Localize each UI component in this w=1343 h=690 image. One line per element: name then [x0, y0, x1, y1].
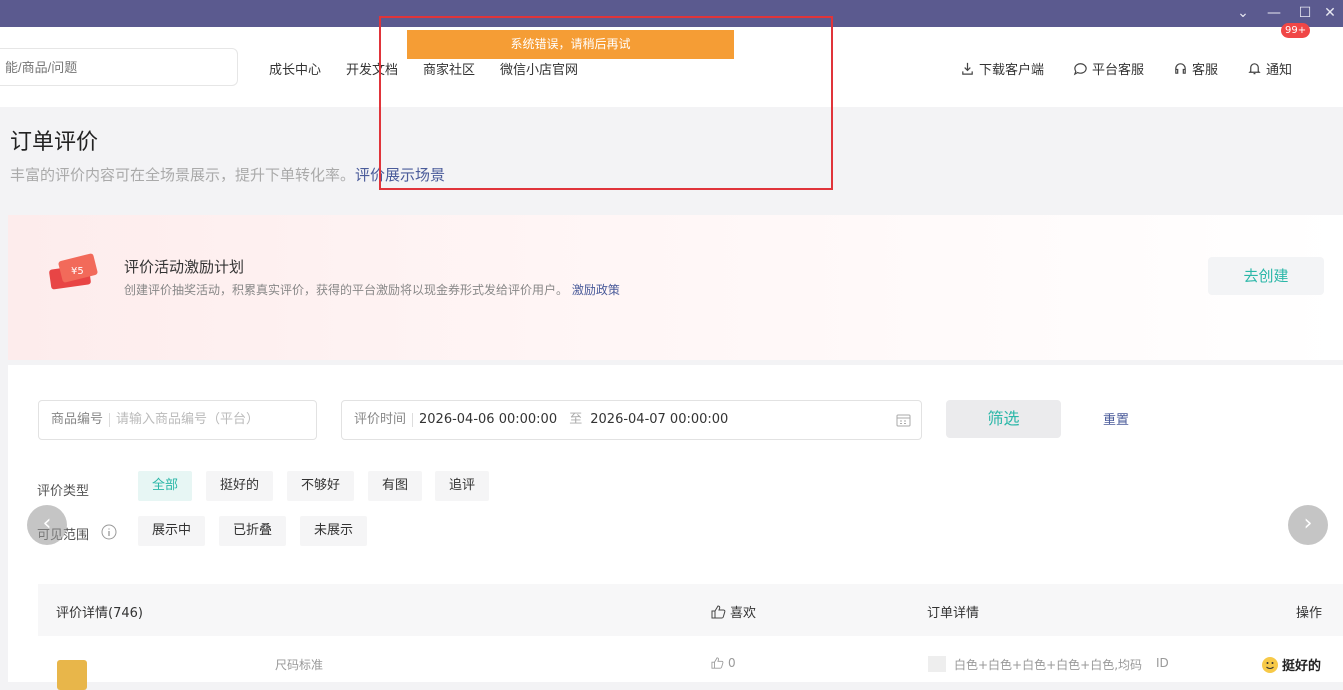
filter-button[interactable]: 筛选 — [946, 400, 1061, 438]
dropdown-icon[interactable]: ⌄ — [1228, 3, 1258, 23]
type-chip-bad[interactable]: 不够好 — [287, 471, 355, 501]
nav-link-growth[interactable]: 成长中心 — [269, 59, 321, 78]
order-thumbnail — [928, 656, 946, 672]
promo-title: 评价活动激励计划 — [124, 258, 245, 276]
notification-link[interactable]: 通知 — [1247, 59, 1292, 78]
row-rating-label: 挺好的 — [1282, 659, 1322, 674]
visible-chip-hidden[interactable]: 未展示 — [300, 516, 368, 546]
row-likes-count: 0 — [728, 656, 736, 670]
visible-chip-folded[interactable]: 已折叠 — [219, 516, 287, 546]
thumbs-up-icon — [711, 657, 724, 669]
notification-label: 通知 — [1266, 63, 1293, 78]
incentive-policy-link[interactable]: 激励政策 — [572, 283, 620, 297]
next-arrow-button[interactable]: › — [1288, 505, 1328, 545]
col-order-detail: 订单详情 — [927, 606, 980, 621]
product-id-placeholder: 请输入商品编号（平台） — [116, 412, 260, 427]
notification-badge: 99+ — [1281, 23, 1311, 38]
row-order-spec: 白色+白色+白色+白色+白色,均码 — [954, 658, 1143, 672]
page-title: 订单评价 — [10, 130, 99, 155]
review-type-label: 评价类型 — [37, 484, 90, 499]
download-icon — [962, 62, 973, 75]
row-order-id-label: ID — [1156, 656, 1169, 670]
info-icon[interactable] — [101, 524, 117, 540]
chat-bubble-icon — [1073, 63, 1087, 76]
product-id-label: 商品编号 — [51, 412, 104, 427]
highlight-box — [379, 16, 833, 190]
start-date: 2026-04-06 00:00:00 — [419, 412, 558, 427]
download-label: 下载客户端 — [979, 63, 1045, 78]
review-time-label: 评价时间 — [354, 412, 407, 427]
download-client-link[interactable]: 下载客户端 — [960, 59, 1044, 78]
review-time-field[interactable]: 评价时间 2026-04-06 00:00:00 至 2026-04-07 00:0… — [341, 400, 922, 440]
row-rating: 挺好的 — [1261, 655, 1321, 674]
chevron-left-icon: ‹ — [42, 511, 52, 536]
col-likes: 喜欢 — [711, 602, 756, 621]
product-id-field[interactable]: 商品编号 请输入商品编号（平台） — [38, 400, 317, 440]
platform-service-label: 平台客服 — [1092, 63, 1145, 78]
create-button[interactable]: 去创建 — [1208, 257, 1324, 295]
promo-desc-text: 创建评价抽奖活动，积累真实评价，获得的平台激励将以现金券形式发给评价用户。 — [124, 283, 569, 297]
type-chip-with-image[interactable]: 有图 — [368, 471, 423, 501]
service-label: 客服 — [1192, 63, 1219, 78]
subtitle-text: 丰富的评价内容可在全场景展示，提升下单转化率。 — [10, 166, 356, 184]
date-range-separator: 至 — [569, 412, 583, 427]
service-link[interactable]: 客服 — [1173, 59, 1218, 78]
end-date: 2026-04-07 00:00:00 — [590, 412, 729, 427]
promo-description: 创建评价抽奖活动，积累真实评价，获得的平台激励将以现金券形式发给评价用户。 激励… — [124, 281, 620, 298]
reset-button[interactable]: 重置 — [1103, 409, 1129, 428]
type-chip-all[interactable]: 全部 — [138, 471, 193, 501]
search-input[interactable] — [0, 48, 238, 86]
col-review-detail: 评价详情(746) — [56, 606, 143, 621]
product-thumbnail[interactable] — [57, 660, 87, 690]
smile-emoji-icon — [1262, 656, 1278, 673]
type-chip-good[interactable]: 挺好的 — [206, 471, 274, 501]
visible-chip-showing[interactable]: 展示中 — [138, 516, 206, 546]
coupon-amount: ¥5 — [71, 266, 84, 277]
coupon-icon: ¥5 — [49, 253, 98, 290]
table-header — [38, 584, 1343, 636]
prev-arrow-button[interactable]: ‹ — [27, 505, 67, 545]
headset-icon — [1175, 63, 1186, 74]
bell-icon — [1248, 63, 1261, 75]
thumbs-up-icon — [711, 604, 726, 618]
col-operations: 操作 — [1296, 606, 1323, 621]
chevron-right-icon: › — [1303, 511, 1313, 536]
row-likes[interactable]: 0 — [711, 656, 736, 670]
calendar-icon[interactable] — [896, 413, 911, 427]
type-chip-followup[interactable]: 追评 — [435, 471, 490, 501]
minimize-button[interactable]: — — [1259, 3, 1289, 23]
row-spec: 尺码标准 — [275, 658, 324, 672]
platform-service-link[interactable]: 平台客服 — [1073, 59, 1144, 78]
close-button[interactable]: ✕ — [1315, 3, 1343, 23]
col-likes-label: 喜欢 — [730, 606, 757, 621]
